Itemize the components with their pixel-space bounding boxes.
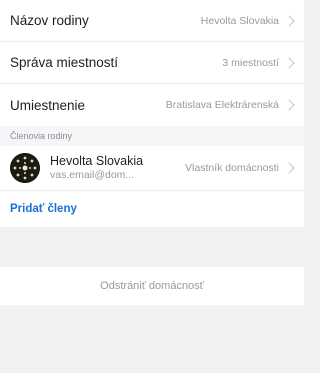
family-name-row[interactable]: Názov rodiny Hevolta Slovakia (0, 0, 304, 42)
member-row[interactable]: Hevolta Slovakia vas.email@dom... Vlastn… (0, 146, 304, 191)
member-name: Hevolta Slovakia (50, 154, 144, 168)
avatar-image-icon (10, 153, 40, 183)
settings-card: Názov rodiny Hevolta Slovakia Správa mie… (0, 0, 304, 126)
avatar (10, 153, 40, 183)
remove-household-button[interactable]: Odstrániť domácnosť (0, 267, 304, 305)
location-row[interactable]: Umiestnenie Bratislava Elektrárenská (0, 84, 304, 126)
member-role: Vlastník domácnosti (185, 162, 279, 174)
room-management-label: Správa miestností (10, 55, 119, 70)
add-members-button[interactable]: Pridať členy (0, 191, 304, 227)
family-name-label: Názov rodiny (10, 13, 89, 28)
members-card: Hevolta Slovakia vas.email@dom... Vlastn… (0, 146, 304, 227)
location-value: Bratislava Elektrárenská (165, 99, 279, 111)
member-email: vas.email@dom... (50, 169, 135, 181)
family-name-value: Hevolta Slovakia (200, 14, 279, 27)
chevron-right-icon (283, 56, 295, 69)
members-section-title: Členovia rodiny (0, 126, 304, 146)
room-management-row[interactable]: Správa miestností 3 miestností (0, 42, 304, 84)
chevron-right-icon (283, 162, 295, 174)
room-count-value: 3 miestností (222, 56, 279, 69)
chevron-right-icon (283, 14, 295, 27)
chevron-right-icon (283, 99, 295, 111)
location-label: Umiestnenie (10, 97, 86, 113)
